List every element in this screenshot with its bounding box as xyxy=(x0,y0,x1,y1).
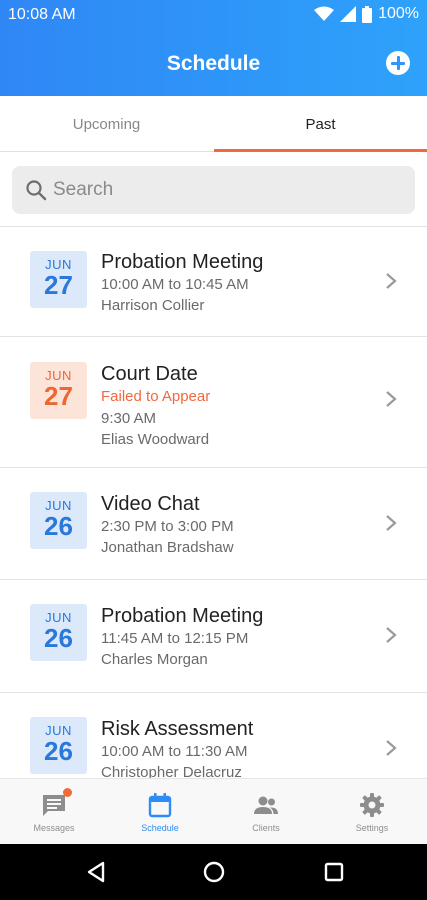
list-item[interactable]: JUN 27 Court Date Failed to Appear 9:30 … xyxy=(0,337,427,468)
back-icon[interactable] xyxy=(84,860,108,884)
appointment-client: Christopher Delacruz xyxy=(101,764,242,778)
date-badge: JUN 26 xyxy=(30,492,87,549)
calendar-icon xyxy=(148,793,172,818)
appointment-client: Harrison Collier xyxy=(101,297,205,314)
appointment-client: Jonathan Bradshaw xyxy=(101,539,234,556)
add-appointment-button[interactable] xyxy=(386,51,410,75)
list-item[interactable]: JUN 26 Risk Assessment 10:00 AM to 11:30… xyxy=(0,693,427,778)
nav-label: Schedule xyxy=(141,823,179,833)
nav-schedule[interactable]: Schedule xyxy=(107,779,213,845)
date-day: 26 xyxy=(44,511,73,541)
status-icons: 100% xyxy=(314,5,419,23)
date-day: 27 xyxy=(44,381,73,411)
nav-label: Clients xyxy=(252,823,280,833)
system-navigation-bar xyxy=(0,844,427,900)
appointment-details: Probation Meeting 10:00 AM to 10:45 AM H… xyxy=(101,250,263,316)
wifi-icon xyxy=(314,6,335,21)
appointment-title: Video Chat xyxy=(101,493,200,515)
gear-icon xyxy=(360,793,384,817)
date-day: 27 xyxy=(44,270,73,300)
appointment-time: 11:45 AM to 12:15 PM xyxy=(101,630,249,647)
app-header: 10:08 AM 100% Schedule xyxy=(0,0,427,96)
status-time: 10:08 AM xyxy=(8,6,76,23)
search-bar xyxy=(0,153,427,227)
date-day: 26 xyxy=(44,623,73,653)
nav-settings[interactable]: Settings xyxy=(319,779,425,845)
chevron-right-icon xyxy=(386,273,397,289)
date-day: 26 xyxy=(44,736,73,766)
appointment-status: Failed to Appear xyxy=(101,388,211,405)
list-item[interactable]: JUN 26 Probation Meeting 11:45 AM to 12:… xyxy=(0,580,427,693)
appointment-time: 9:30 AM xyxy=(101,410,157,427)
bottom-navigation: Messages Schedule Clients Settings xyxy=(0,778,427,844)
appointment-client: Elias Woodward xyxy=(101,431,210,448)
appointment-title: Risk Assessment xyxy=(101,718,254,740)
recents-icon[interactable] xyxy=(322,860,346,884)
home-icon[interactable] xyxy=(202,860,226,884)
nav-label: Settings xyxy=(355,823,389,833)
nav-clients[interactable]: Clients xyxy=(213,779,319,845)
chevron-right-icon xyxy=(386,391,397,407)
nav-messages[interactable]: Messages xyxy=(1,779,107,845)
date-badge: JUN 27 xyxy=(30,251,87,308)
appointment-title: Court Date xyxy=(101,363,198,385)
appointment-details: Risk Assessment 10:00 AM to 11:30 AM Chr… xyxy=(101,717,253,778)
date-badge: JUN 26 xyxy=(30,604,87,661)
appointment-client: Charles Morgan xyxy=(101,651,208,668)
status-bar: 10:08 AM 100% xyxy=(0,0,427,30)
appointment-title: Probation Meeting xyxy=(101,605,264,627)
battery-level: 100% xyxy=(378,5,419,22)
search-icon xyxy=(26,180,47,201)
cellular-signal-icon xyxy=(340,6,357,22)
chevron-right-icon xyxy=(386,515,397,531)
appointment-time: 2:30 PM to 3:00 PM xyxy=(101,518,234,535)
appointment-time: 10:00 AM to 10:45 AM xyxy=(101,276,249,293)
appointment-details: Video Chat 2:30 PM to 3:00 PM Jonathan B… xyxy=(101,492,234,558)
nav-label: Messages xyxy=(33,823,75,833)
appointment-time: 10:00 AM to 11:30 AM xyxy=(101,743,248,760)
tab-upcoming[interactable]: Upcoming xyxy=(0,96,213,152)
active-tab-indicator xyxy=(214,149,427,152)
appointment-details: Probation Meeting 11:45 AM to 12:15 PM C… xyxy=(101,604,263,670)
schedule-tabs: Upcoming Past xyxy=(0,96,427,152)
date-badge: JUN 26 xyxy=(30,717,87,774)
tab-past[interactable]: Past xyxy=(214,96,427,152)
appointment-list: JUN 27 Probation Meeting 10:00 AM to 10:… xyxy=(0,227,427,778)
appointment-title: Probation Meeting xyxy=(101,251,264,273)
search-input[interactable] xyxy=(53,176,403,204)
date-badge: JUN 27 xyxy=(30,362,87,419)
chevron-right-icon xyxy=(386,627,397,643)
notification-badge xyxy=(63,788,72,797)
search-box[interactable] xyxy=(12,166,415,214)
page-title: Schedule xyxy=(166,52,261,75)
chevron-right-icon xyxy=(386,740,397,756)
list-item[interactable]: JUN 26 Video Chat 2:30 PM to 3:00 PM Jon… xyxy=(0,468,427,580)
battery-icon xyxy=(362,5,373,23)
appointment-details: Court Date Failed to Appear 9:30 AM Elia… xyxy=(101,362,210,450)
list-item[interactable]: JUN 27 Probation Meeting 10:00 AM to 10:… xyxy=(0,227,427,337)
clients-icon xyxy=(254,796,278,814)
